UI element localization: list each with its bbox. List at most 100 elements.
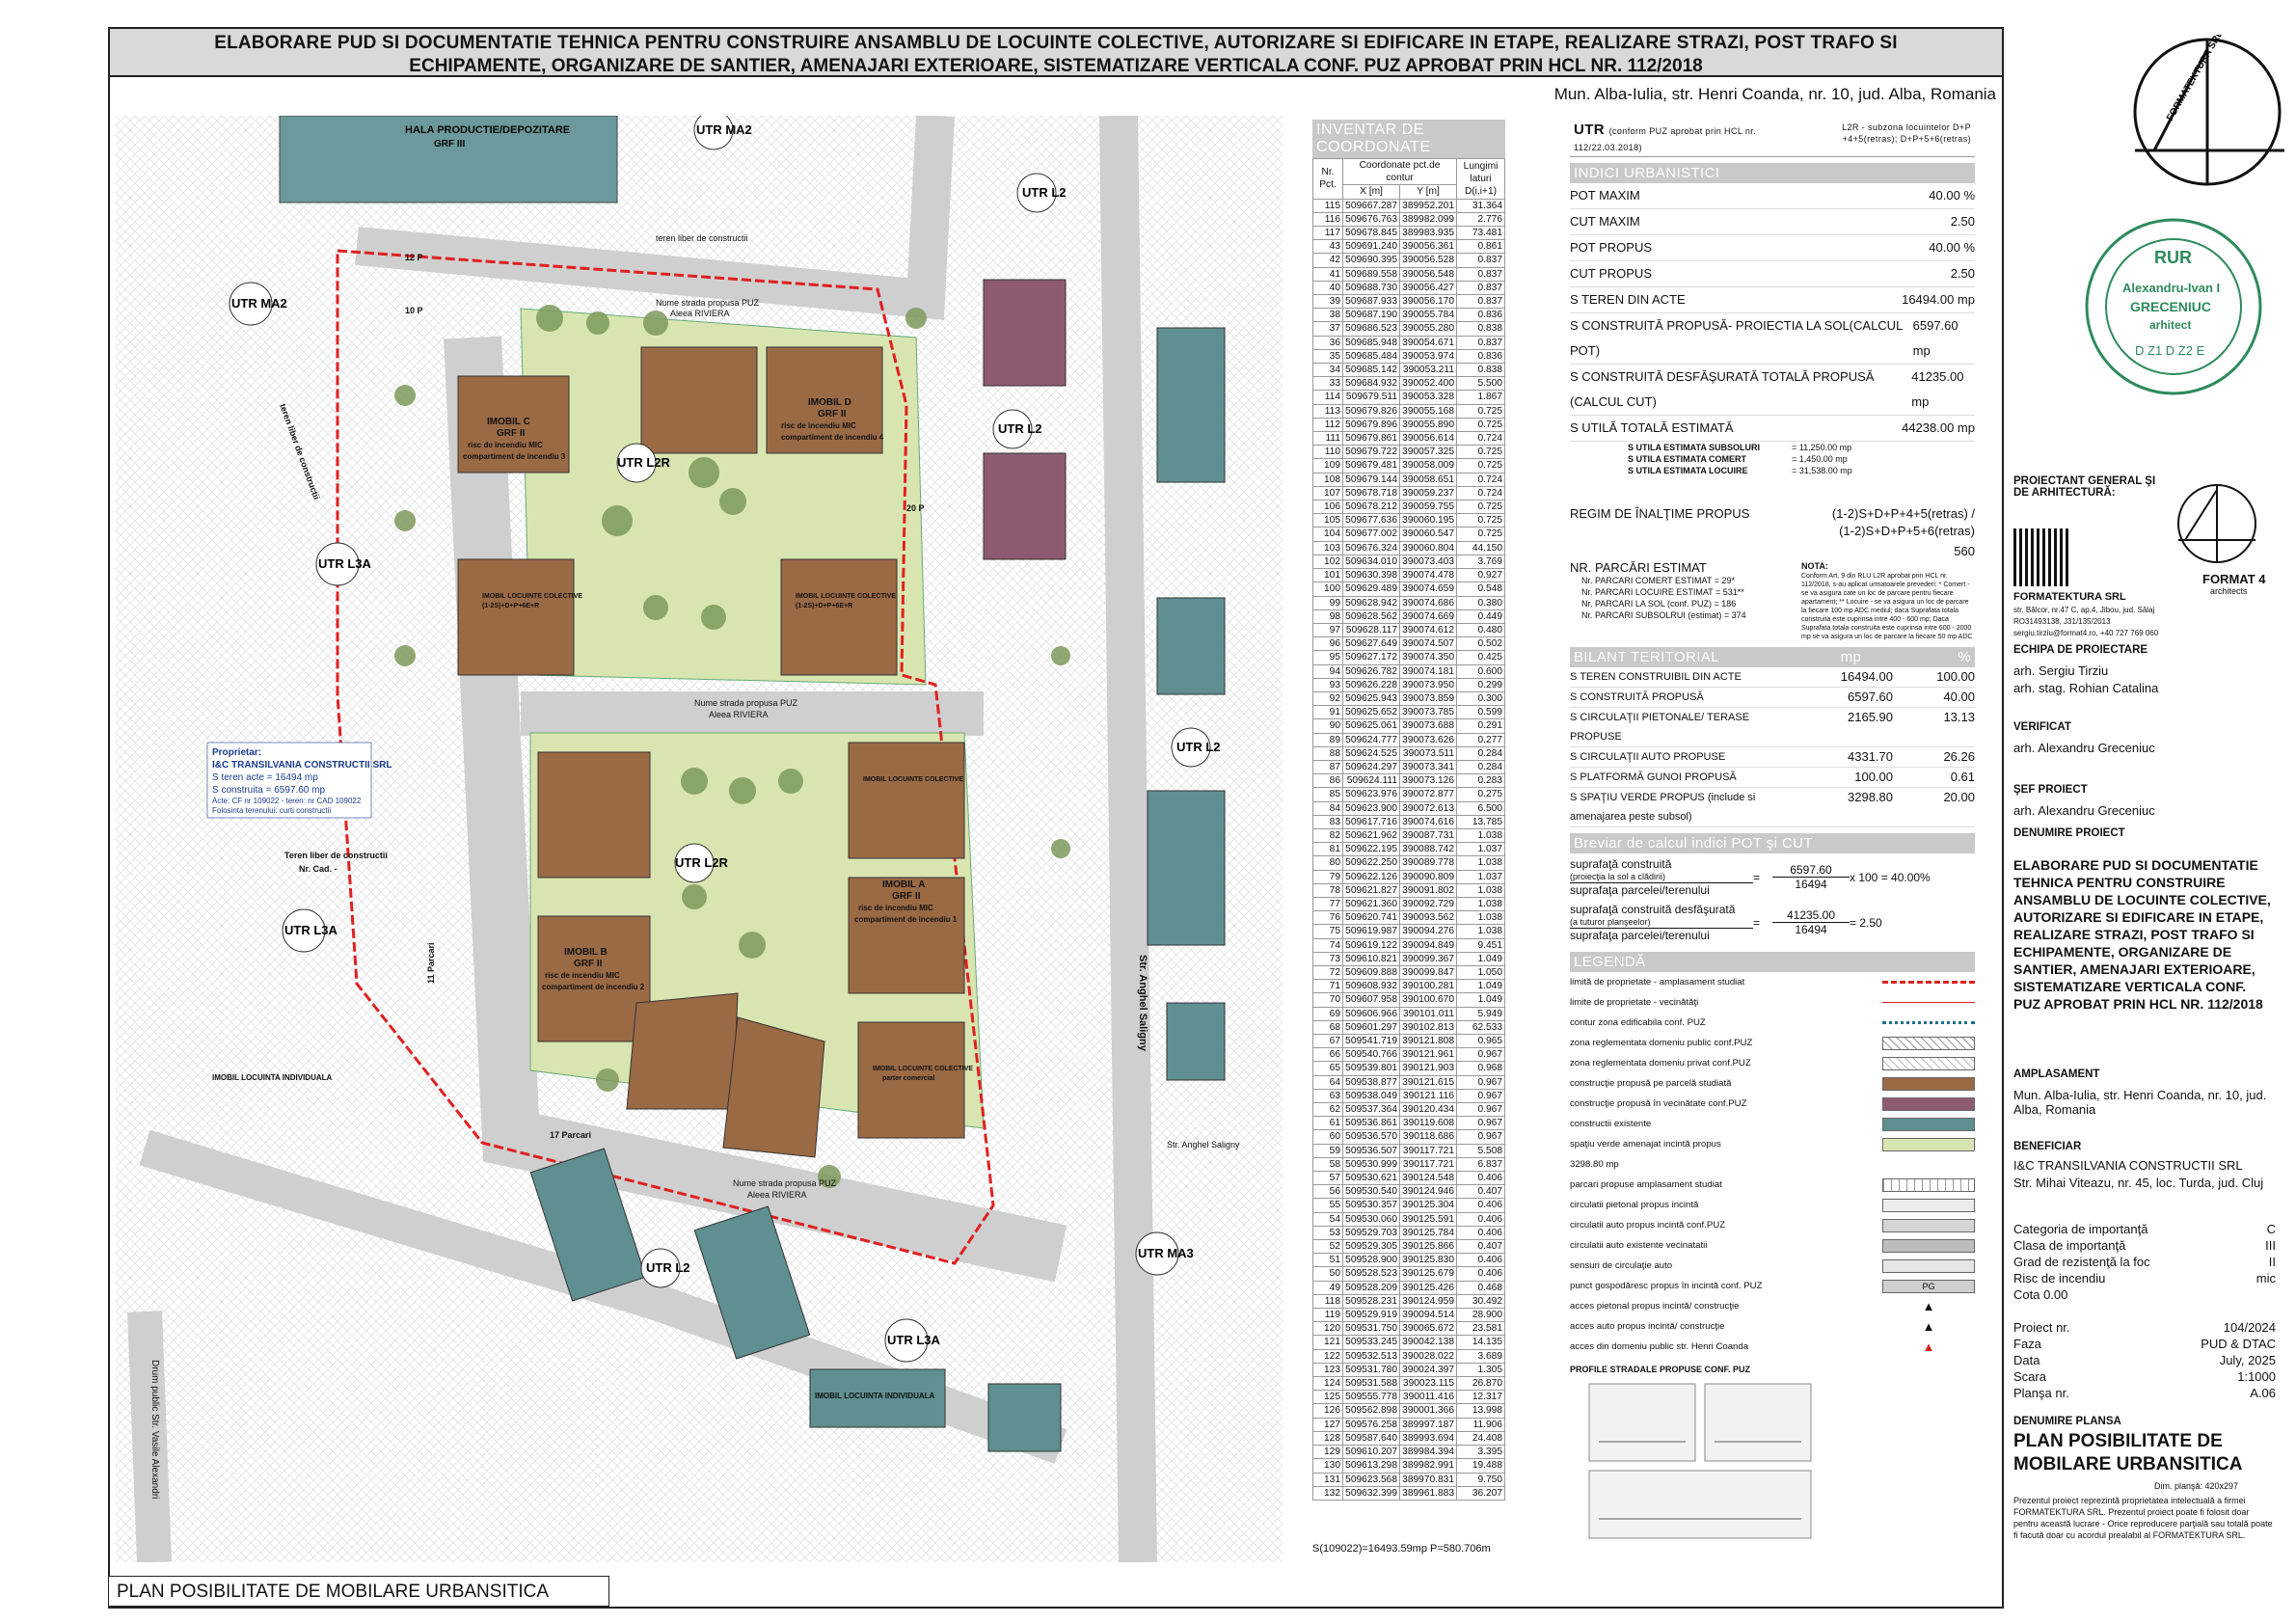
coord-len: 9.750 xyxy=(1456,1472,1505,1487)
coord-row: 50 509528.523 390125.679 0.406 xyxy=(1312,1266,1505,1282)
coord-len: 0.968 xyxy=(1456,1061,1505,1076)
coord-x: 509679.826 xyxy=(1342,403,1400,419)
coord-x: 509529.305 xyxy=(1342,1239,1400,1255)
coord-nr: 76 xyxy=(1312,910,1343,926)
legend-swatch xyxy=(1882,1021,1975,1024)
bilant-pct: 100.00 xyxy=(1936,669,1975,684)
indici-title: INDICI URBANISTICI xyxy=(1570,163,1975,183)
legend-label: acces pietonal propus incintă/ construcţ… xyxy=(1570,1301,1740,1312)
indicators-panel: UTR (conform PUZ aprobat prin HCL nr. 11… xyxy=(1570,120,1975,1551)
imobil-a-block-1[interactable] xyxy=(848,742,965,859)
coord-y: 390094.849 xyxy=(1399,937,1457,953)
coord-nr: 118 xyxy=(1312,1293,1343,1310)
coord-x: 509622.126 xyxy=(1342,869,1400,884)
indici-row: S UTILĂ TOTALĂ ESTIMATĂ 44238.00 mp xyxy=(1570,416,1975,442)
coord-y: 390072.613 xyxy=(1399,800,1457,816)
coordinates-table: Nr. Pct. Coordonate pct.de contur Lungim… xyxy=(1312,157,1505,1501)
coord-row: 83 509617.716 390074.616 13.785 xyxy=(1312,814,1505,829)
legend-arrow-icon: ▲ xyxy=(1922,1339,1935,1354)
coord-row: 112 509679.896 390055.890 0.725 xyxy=(1312,417,1505,433)
existing-building-8 xyxy=(987,1383,1062,1452)
coord-nr: 51 xyxy=(1312,1253,1343,1268)
imobil-a-comp: compartiment de incendiu 1 xyxy=(854,915,958,924)
coord-len: 0.283 xyxy=(1456,773,1505,789)
coord-nr: 115 xyxy=(1312,198,1343,213)
coord-y: 390125.784 xyxy=(1399,1225,1457,1241)
coord-row: 108 509679.144 390058.651 0.724 xyxy=(1312,472,1505,487)
coord-y: 390011.416 xyxy=(1399,1390,1457,1405)
coord-y: 390125.830 xyxy=(1399,1253,1457,1268)
imobil-c-comp: compartiment de incendiu 3 xyxy=(463,452,566,461)
coord-nr: 33 xyxy=(1312,376,1343,392)
coord-nr: 57 xyxy=(1312,1171,1343,1186)
kv-value: A.06 xyxy=(2250,1386,2276,1400)
legend-label: acces auto propus incintă/ construcţie xyxy=(1570,1321,1725,1332)
indici-sub-key: S UTILA ESTIMATA SUBSOLURI xyxy=(1628,443,1760,452)
coord-nr: 97 xyxy=(1312,622,1343,638)
bilant-key: S CIRCULAŢII AUTO PROPUSE xyxy=(1570,751,1726,763)
copyright-note: Prezentul proiect reprezintă proprietate… xyxy=(2013,1496,2273,1540)
kv-value: C xyxy=(2266,1222,2276,1236)
legend-label: zona reglementata domeniu public conf.PU… xyxy=(1570,1038,1753,1048)
coord-len: 1.049 xyxy=(1456,992,1505,1008)
coord-y: 390074.350 xyxy=(1399,650,1457,665)
kv-value: III xyxy=(2265,1238,2276,1253)
coord-len: 0.837 xyxy=(1456,280,1505,296)
coord-x: 509613.298 xyxy=(1342,1458,1400,1474)
imobil-c-block-2[interactable] xyxy=(457,558,575,676)
coord-x: 509530.540 xyxy=(1342,1184,1400,1200)
coord-row: 87 509624.297 390073.341 0.284 xyxy=(1312,759,1505,775)
teren-liber-top: teren liber de constructii xyxy=(656,233,748,243)
bilant-pct: 40.00 xyxy=(1943,690,1975,704)
stamp-role: arhitect xyxy=(2149,318,2191,332)
utr-ma2-left: UTR MA2 xyxy=(231,296,287,311)
coord-y: 390023.115 xyxy=(1399,1376,1457,1392)
coord-nr: 81 xyxy=(1312,842,1343,857)
title-block: FORMATEKTURA SRL RUR Alexandru-Ivan I GR… xyxy=(2010,27,2284,1609)
coord-row: 35 509685.484 390053.974 0.836 xyxy=(1312,348,1505,365)
coord-x: 509685.948 xyxy=(1342,335,1400,350)
street-propusa-3: Nume strada propusa PUZ xyxy=(733,1178,837,1188)
denumire-label: DENUMIRE PROIECT xyxy=(2013,827,2125,839)
imobil-d-block-3[interactable] xyxy=(780,558,898,676)
coord-len: 2.776 xyxy=(1456,211,1505,228)
coord-row: 42 509690.395 390056.528 0.837 xyxy=(1312,253,1505,268)
coord-row: 53 509529.703 390125.784 0.406 xyxy=(1312,1225,1505,1241)
coord-row: 65 509539.801 390121.903 0.968 xyxy=(1312,1061,1505,1076)
coord-y: 389970.831 xyxy=(1399,1472,1457,1487)
coord-y: 390124.959 xyxy=(1399,1293,1457,1310)
qr-code-icon xyxy=(2013,528,2071,586)
imobil-d-block-1[interactable] xyxy=(640,346,758,454)
coord-row: 102 509634.010 390073.403 3.769 xyxy=(1312,554,1505,570)
imobil-b-block-1[interactable] xyxy=(537,751,651,879)
coord-row: 64 509538.877 390121.615 0.967 xyxy=(1312,1074,1505,1090)
coord-row: 127 509576.258 389997.187 11.906 xyxy=(1312,1417,1505,1432)
indici-row: POT PROPUS 40.00 % xyxy=(1570,235,1975,261)
imobil-central-block[interactable] xyxy=(626,992,739,1110)
legend-item: construcţie propusă în vecinătate conf.P… xyxy=(1570,1094,1975,1114)
coord-row: 78 509621.827 390091.802 1.038 xyxy=(1312,882,1505,898)
coord-y: 390119.608 xyxy=(1399,1116,1457,1131)
coord-nr: 127 xyxy=(1312,1417,1343,1432)
coord-x: 509536.507 xyxy=(1342,1143,1400,1158)
amplasament-value: Mun. Alba-Iulia, str. Henri Coanda, nr. … xyxy=(2013,1088,2267,1117)
site-plan-map[interactable]: HALA PRODUCTIE/DEPOZITARE GRF III UTR MA… xyxy=(116,116,1283,1562)
coord-len: 1.049 xyxy=(1456,979,1505,994)
imobil-south-block[interactable] xyxy=(722,1016,825,1158)
alee-riviera-1: Aleea RIVIERA xyxy=(670,309,730,318)
coord-len: 0.725 xyxy=(1456,445,1505,460)
coord-x: 509687.190 xyxy=(1342,308,1400,323)
coord-nr: 64 xyxy=(1312,1074,1343,1090)
legend-swatch xyxy=(1882,1137,1975,1151)
titleblock-kv-row: Data July, 2025 xyxy=(2013,1352,2276,1368)
coord-x: 509679.722 xyxy=(1342,445,1400,460)
coord-y: 390058.009 xyxy=(1399,458,1457,473)
coord-nr: 128 xyxy=(1312,1430,1343,1447)
titleblock-kv-row: Grad de rezistenţă la foc II xyxy=(2013,1254,2276,1270)
coord-x: 509530.621 xyxy=(1342,1171,1400,1186)
legend-rows: limită de proprietate - amplasament stud… xyxy=(1570,972,1975,1357)
coord-nr: 126 xyxy=(1312,1403,1343,1419)
bilant-header: BILANT TERITORIAL mp% xyxy=(1570,647,1975,667)
coord-row: 95 509627.172 390074.350 0.425 xyxy=(1312,650,1505,665)
coord-row: 90 509625.061 390073.688 0.291 xyxy=(1312,718,1505,734)
